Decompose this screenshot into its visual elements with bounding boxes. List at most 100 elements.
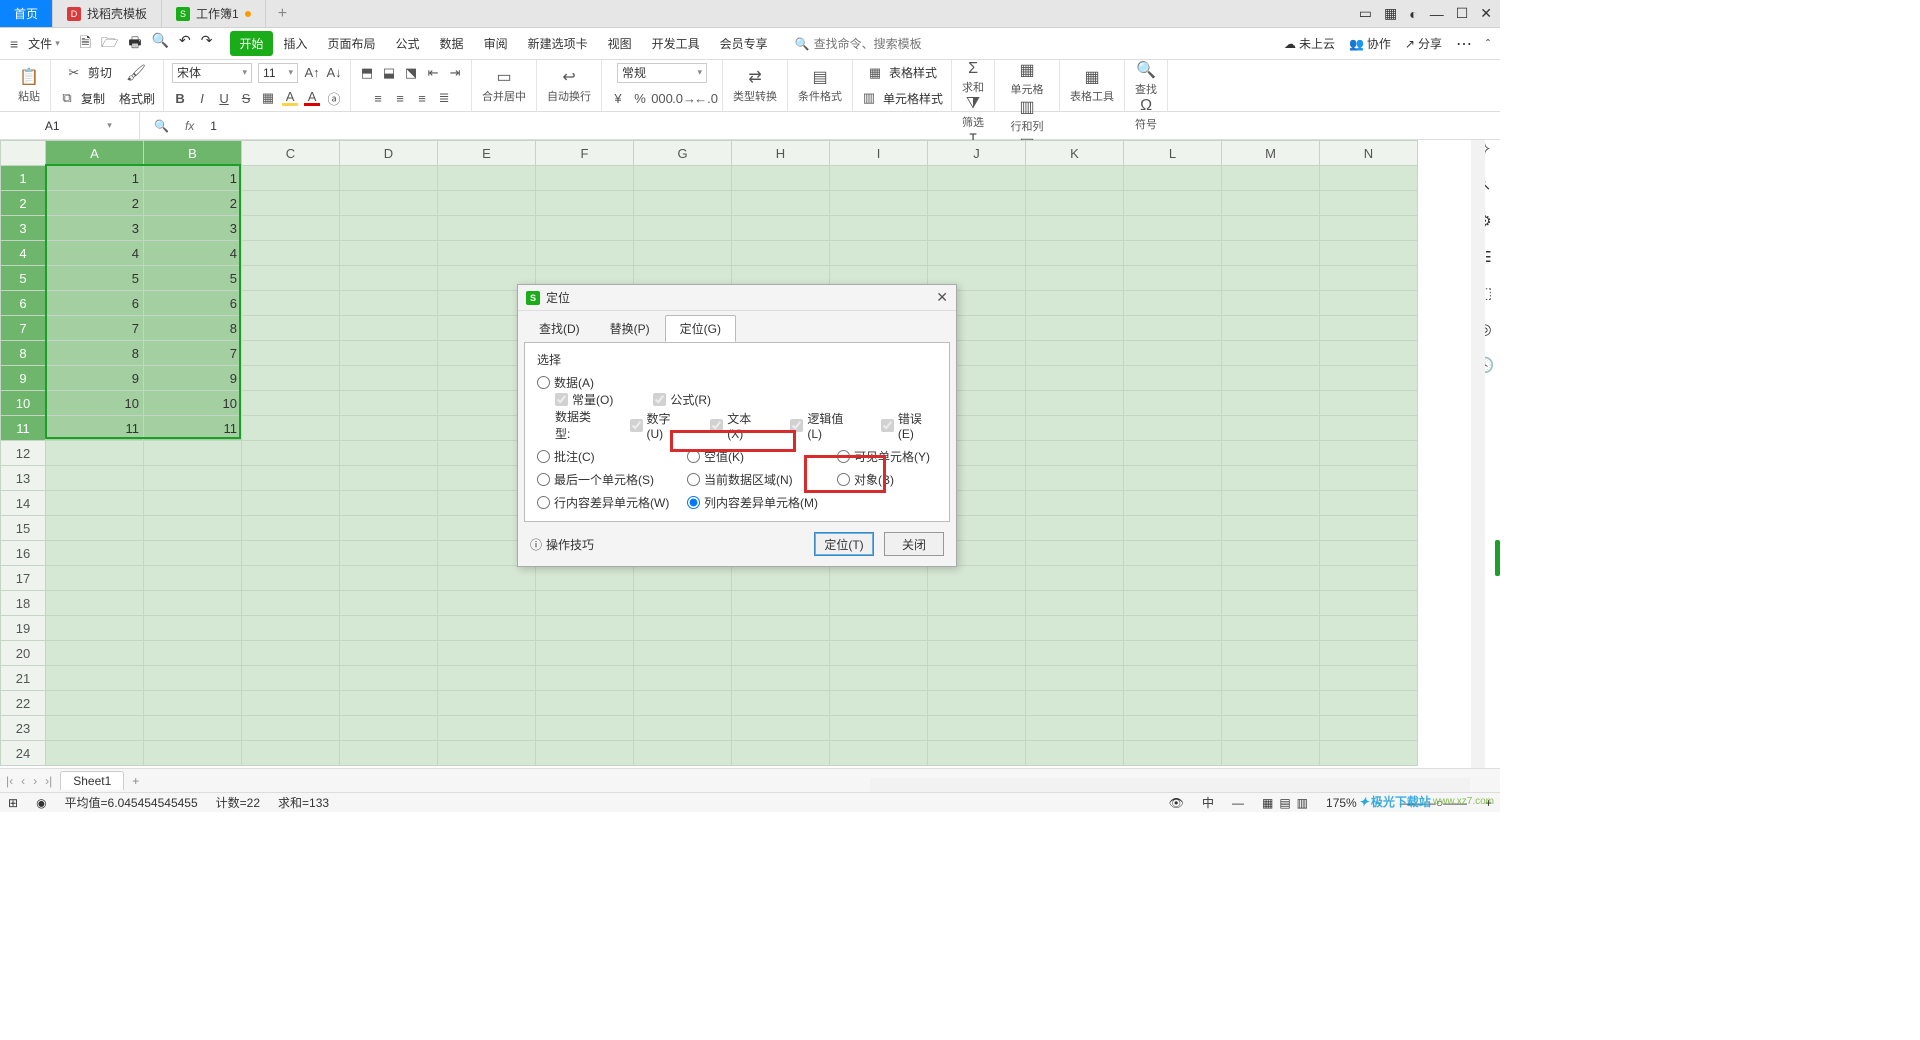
cell-N10[interactable] [1320, 391, 1418, 416]
cell-N11[interactable] [1320, 416, 1418, 441]
cell-D13[interactable] [340, 466, 438, 491]
cell-F4[interactable] [536, 241, 634, 266]
cell-K20[interactable] [1026, 641, 1124, 666]
cell-K24[interactable] [1026, 741, 1124, 766]
cell-I4[interactable] [830, 241, 928, 266]
align-left-icon[interactable]: ≡ [370, 90, 386, 106]
cell-N15[interactable] [1320, 516, 1418, 541]
cell-B20[interactable] [144, 641, 242, 666]
cell-L15[interactable] [1124, 516, 1222, 541]
cell-B3[interactable]: 3 [144, 216, 242, 241]
indent-more-icon[interactable]: ⇥ [447, 65, 463, 81]
cell-H1[interactable] [732, 166, 830, 191]
cell-N6[interactable] [1320, 291, 1418, 316]
coop-link[interactable]: 👥协作 [1349, 35, 1391, 52]
goto-button[interactable]: 定位(T) [814, 532, 874, 556]
row-head-6[interactable]: 6 [1, 291, 46, 316]
redo-icon[interactable]: ↷ [201, 32, 213, 56]
cell-M12[interactable] [1222, 441, 1320, 466]
cell-ref-input[interactable] [27, 119, 77, 133]
cell-K16[interactable] [1026, 541, 1124, 566]
cell-A10[interactable]: 10 [46, 391, 144, 416]
cell-H20[interactable] [732, 641, 830, 666]
cell-H23[interactable] [732, 716, 830, 741]
scissors-icon[interactable]: ✂ [66, 65, 82, 81]
cell-I24[interactable] [830, 741, 928, 766]
cell-B14[interactable] [144, 491, 242, 516]
zoom-value[interactable]: 175% [1326, 796, 1357, 810]
indent-less-icon[interactable]: ⇤ [425, 65, 441, 81]
cell-J21[interactable] [928, 666, 1026, 691]
cell-A14[interactable] [46, 491, 144, 516]
cell-H22[interactable] [732, 691, 830, 716]
cell-H24[interactable] [732, 741, 830, 766]
cell-M23[interactable] [1222, 716, 1320, 741]
cell-F23[interactable] [536, 716, 634, 741]
close-icon[interactable]: ✕ [1480, 5, 1492, 22]
cell-F21[interactable] [536, 666, 634, 691]
cell-I22[interactable] [830, 691, 928, 716]
layout-mode-icon[interactable]: ⊞ [8, 796, 18, 810]
cell-E19[interactable] [438, 616, 536, 641]
file-menu[interactable]: 文件▾ [22, 33, 66, 54]
cell-C3[interactable] [242, 216, 340, 241]
cell-M9[interactable] [1222, 366, 1320, 391]
cell-G2[interactable] [634, 191, 732, 216]
dlg-tab-goto[interactable]: 定位(G) [665, 315, 736, 342]
cell-N7[interactable] [1320, 316, 1418, 341]
cell-B4[interactable]: 4 [144, 241, 242, 266]
cell-G22[interactable] [634, 691, 732, 716]
cell-C1[interactable] [242, 166, 340, 191]
cell-C8[interactable] [242, 341, 340, 366]
cell-C21[interactable] [242, 666, 340, 691]
cell-G18[interactable] [634, 591, 732, 616]
cell-L5[interactable] [1124, 266, 1222, 291]
cell-K12[interactable] [1026, 441, 1124, 466]
cell-D4[interactable] [340, 241, 438, 266]
col-head-H[interactable]: H [732, 141, 830, 166]
cell-K3[interactable] [1026, 216, 1124, 241]
tab-newtab[interactable]: 新建选项卡 [519, 31, 597, 56]
tab-view[interactable]: 视图 [599, 31, 641, 56]
cell-L4[interactable] [1124, 241, 1222, 266]
cell-J24[interactable] [928, 741, 1026, 766]
cell-B6[interactable]: 6 [144, 291, 242, 316]
row-head-17[interactable]: 17 [1, 566, 46, 591]
cell-B23[interactable] [144, 716, 242, 741]
cell-H2[interactable] [732, 191, 830, 216]
cell-H4[interactable] [732, 241, 830, 266]
cell-C4[interactable] [242, 241, 340, 266]
cell-L9[interactable] [1124, 366, 1222, 391]
cell-L20[interactable] [1124, 641, 1222, 666]
cell-L2[interactable] [1124, 191, 1222, 216]
cell-L8[interactable] [1124, 341, 1222, 366]
row-head-8[interactable]: 8 [1, 341, 46, 366]
cell-M18[interactable] [1222, 591, 1320, 616]
cell-A2[interactable]: 2 [46, 191, 144, 216]
cell-D19[interactable] [340, 616, 438, 641]
cell-N1[interactable] [1320, 166, 1418, 191]
cell-H3[interactable] [732, 216, 830, 241]
cell-F2[interactable] [536, 191, 634, 216]
tab-home[interactable]: 首页 [0, 0, 53, 27]
cell-C9[interactable] [242, 366, 340, 391]
cell-A8[interactable]: 8 [46, 341, 144, 366]
cell-N20[interactable] [1320, 641, 1418, 666]
cell-A18[interactable] [46, 591, 144, 616]
cell-A15[interactable] [46, 516, 144, 541]
cell-C14[interactable] [242, 491, 340, 516]
cell-M6[interactable] [1222, 291, 1320, 316]
cell-I3[interactable] [830, 216, 928, 241]
cell-K23[interactable] [1026, 716, 1124, 741]
radio-last[interactable] [537, 473, 550, 486]
cell-M8[interactable] [1222, 341, 1320, 366]
wrap-button[interactable]: ↩自动换行 [545, 60, 593, 111]
sheet-first-icon[interactable]: |‹ [6, 774, 13, 788]
type-convert-button[interactable]: ⇄类型转换 [731, 60, 779, 111]
cell-C5[interactable] [242, 266, 340, 291]
cell-N24[interactable] [1320, 741, 1418, 766]
cell-D15[interactable] [340, 516, 438, 541]
dec-inc-icon[interactable]: .0→ [676, 90, 692, 106]
cell-A5[interactable]: 5 [46, 266, 144, 291]
numfmt-select[interactable]: 常规▾ [617, 63, 707, 83]
